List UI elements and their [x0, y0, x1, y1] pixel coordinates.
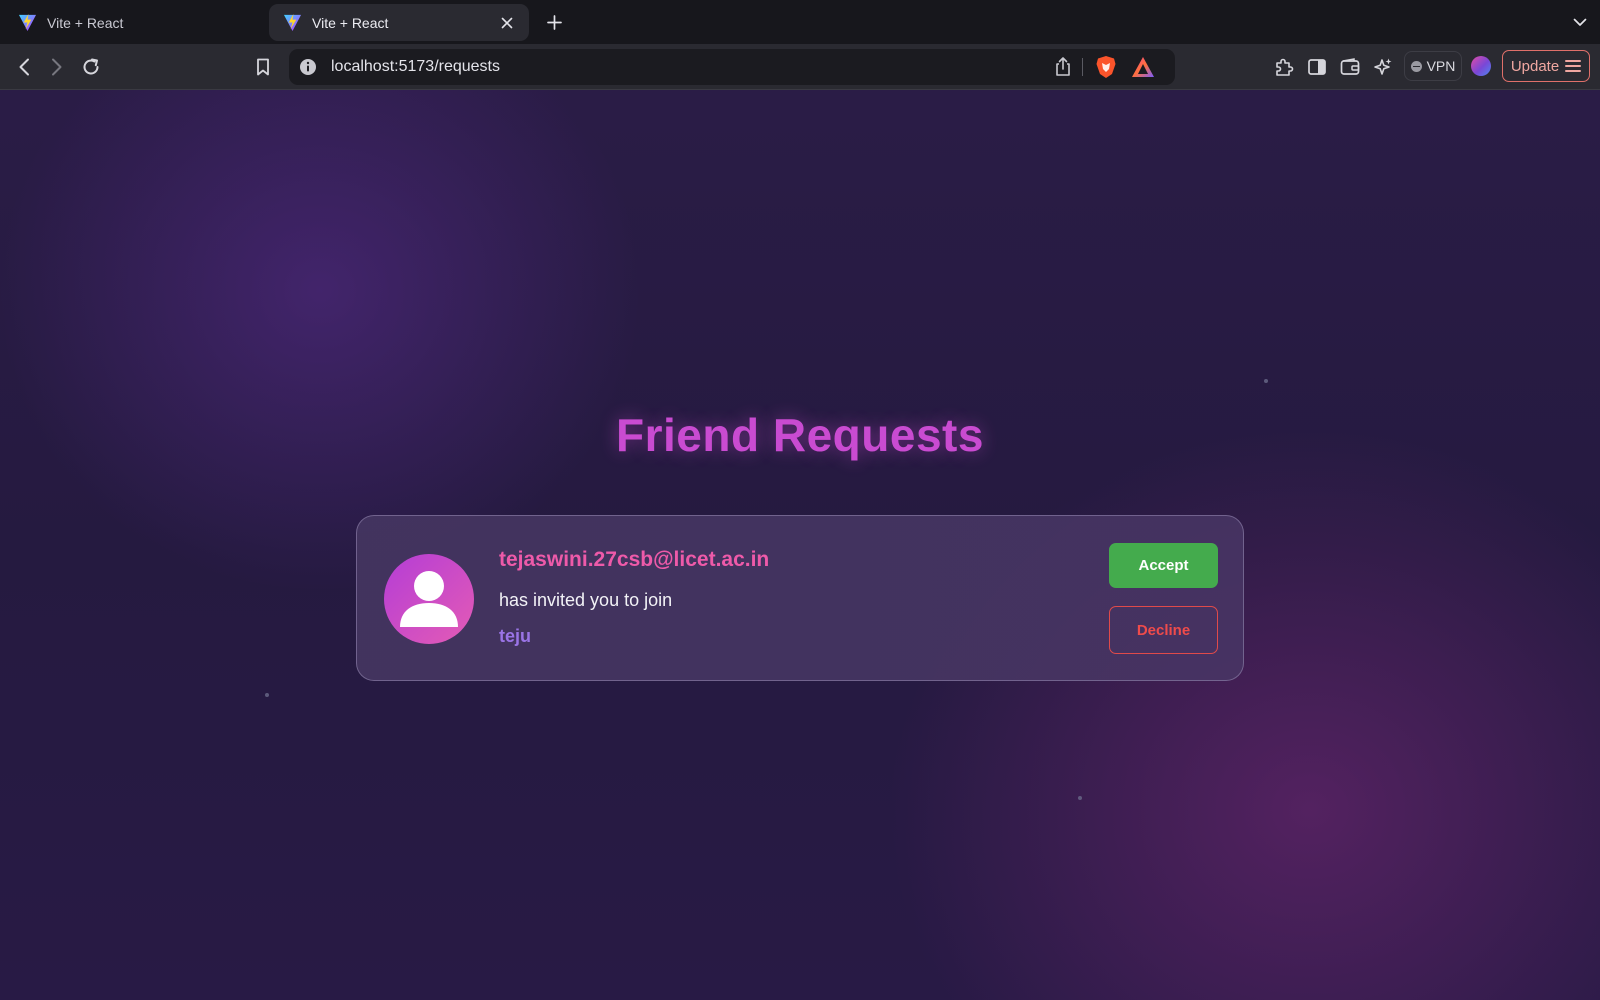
vpn-status-icon: [1410, 60, 1422, 72]
leo-ai-icon[interactable]: [1369, 53, 1397, 81]
forward-arrow-icon[interactable]: [43, 53, 71, 81]
friend-request-card: tejaswini.27csb@licet.ac.in has invited …: [356, 515, 1244, 681]
group-name: teju: [499, 626, 532, 646]
sidebar-icon[interactable]: [1303, 53, 1331, 81]
reload-icon[interactable]: [77, 53, 105, 81]
share-icon[interactable]: [1052, 56, 1074, 78]
puzzle-icon[interactable]: [1270, 53, 1298, 81]
page-viewport: Friend Requests tejaswini.27csb@licet.ac…: [0, 90, 1600, 1000]
bookmark-icon[interactable]: [249, 53, 277, 81]
vite-icon: [283, 13, 302, 32]
tab-strip: Vite + React Vite + React: [0, 0, 1600, 44]
decline-button[interactable]: Decline: [1109, 606, 1218, 654]
invite-message: has invited you to join: [499, 590, 673, 610]
vpn-button[interactable]: VPN: [1404, 51, 1462, 81]
browser-toolbar: localhost:5173/requests VPN Update: [0, 44, 1600, 90]
address-bar[interactable]: localhost:5173/requests: [289, 49, 1175, 85]
user-avatar-icon: [384, 554, 474, 644]
chevron-down-icon[interactable]: [1568, 10, 1592, 34]
wallet-icon[interactable]: [1336, 53, 1364, 81]
decorative-star: [265, 693, 269, 697]
browser-tab-active[interactable]: Vite + React: [269, 4, 529, 41]
brave-shields-icon[interactable]: [1095, 55, 1117, 79]
vite-icon: [18, 13, 37, 32]
decorative-star: [1264, 379, 1268, 383]
page-title: Friend Requests: [616, 409, 984, 461]
decorative-star: [1078, 796, 1082, 800]
info-icon[interactable]: [299, 58, 317, 76]
url-text[interactable]: localhost:5173/requests: [331, 58, 500, 76]
requester-email: tejaswini.27csb@licet.ac.in: [499, 548, 770, 571]
browser-tab[interactable]: Vite + React: [4, 4, 264, 41]
back-arrow-icon[interactable]: [10, 53, 38, 81]
close-icon[interactable]: [497, 13, 517, 33]
accept-button[interactable]: Accept: [1109, 543, 1218, 588]
update-button[interactable]: Update: [1502, 50, 1590, 82]
hamburger-menu-icon: [1565, 60, 1582, 72]
update-label: Update: [1510, 57, 1560, 75]
brave-rewards-icon[interactable]: [1131, 56, 1155, 78]
divider: [1082, 58, 1083, 76]
profile-avatar-icon[interactable]: [1471, 56, 1491, 76]
vpn-label: VPN: [1426, 58, 1456, 74]
plus-icon[interactable]: [542, 10, 566, 34]
tab-title: Vite + React: [312, 14, 389, 31]
tab-title: Vite + React: [47, 14, 124, 31]
